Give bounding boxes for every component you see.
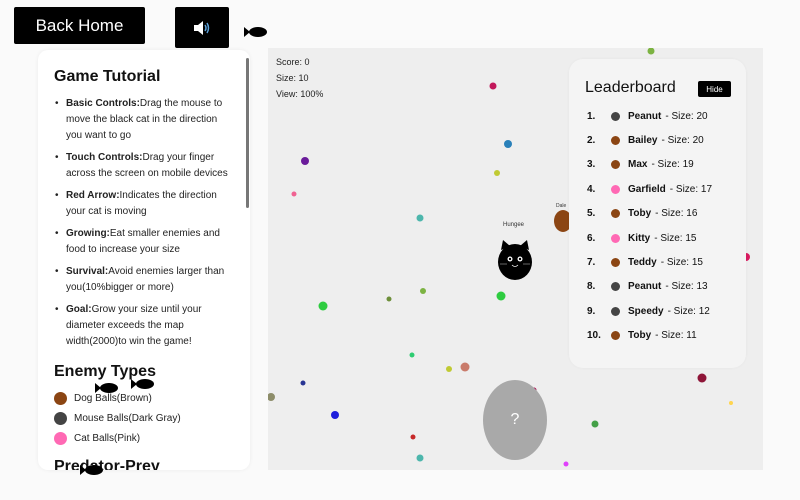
leaderboard-row: 7. Teddy - Size: 15	[587, 254, 703, 270]
leaderboard-color-dot	[611, 184, 620, 194]
leaderboard-size: - Size: 11	[655, 330, 697, 342]
leaderboard-color-dot	[611, 306, 620, 316]
leaderboard-row: 10. Toby - Size: 11	[587, 328, 697, 344]
leaderboard-name: Peanut	[628, 281, 662, 293]
leaderboard-name: Toby	[628, 208, 652, 220]
virtual-joystick[interactable]: ?	[483, 380, 547, 460]
leaderboard-rank: 2.	[587, 134, 596, 146]
leaderboard-row: 5. Toby - Size: 16	[587, 206, 697, 222]
player-cat	[498, 240, 532, 280]
leaderboard-name: Kitty	[628, 232, 651, 244]
leaderboard-row: 3. Max - Size: 19	[587, 157, 694, 173]
leaderboard-color-dot	[611, 233, 620, 243]
leaderboard-color-dot	[611, 257, 620, 267]
leaderboard-size: - Size: 12	[667, 305, 710, 317]
sound-toggle-button[interactable]	[175, 7, 229, 48]
leaderboard-color-dot	[611, 135, 620, 145]
speaker-icon	[194, 20, 210, 35]
leaderboard-rank: 1.	[587, 110, 596, 122]
fish-icon	[131, 379, 154, 389]
leaderboard-row: 2. Bailey - Size: 20	[587, 132, 704, 148]
enemy-name-label: Dale	[556, 203, 567, 209]
predator-prey-title: Predator-Prey	[54, 458, 160, 470]
leaderboard-size: - Size: 15	[660, 256, 703, 268]
leaderboard-rank: 7.	[587, 256, 596, 268]
leaderboard-size: - Size: 15	[654, 232, 697, 244]
leaderboard-name: Max	[628, 159, 648, 171]
tutorial-panel: Game Tutorial Basic Controls:Drag the mo…	[38, 50, 250, 470]
game-stats: Score: 0 Size: 10 View: 100%	[276, 54, 323, 102]
back-home-button[interactable]: Back Home	[14, 7, 145, 44]
leaderboard-color-dot	[611, 209, 620, 219]
tutorial-list: Basic Controls:Drag the mouse to move th…	[54, 96, 234, 356]
tutorial-item: Touch Controls:Drag your finger across t…	[54, 150, 234, 182]
leaderboard-rank: 5.	[587, 208, 596, 220]
leaderboard-size: - Size: 13	[665, 281, 708, 293]
leaderboard-size: - Size: 16	[655, 208, 698, 220]
fish-icon	[244, 27, 267, 37]
tutorial-scrollbar[interactable]	[246, 58, 249, 208]
leaderboard-rank: 4.	[587, 183, 596, 195]
leaderboard-color-dot	[611, 282, 620, 292]
leaderboard-size: - Size: 19	[651, 159, 694, 171]
leaderboard-name: Teddy	[628, 256, 657, 268]
leaderboard-row: 4. Garfield - Size: 17	[587, 181, 712, 197]
player-name-label: Hungee	[503, 222, 525, 228]
leaderboard-color-dot	[611, 111, 620, 121]
tutorial-item: Goal:Grow your size until your diameter …	[54, 302, 234, 350]
size-text: Size: 10	[276, 73, 309, 83]
leaderboard-rank: 3.	[587, 159, 596, 171]
tutorial-item: Survival:Avoid enemies larger than you(1…	[54, 264, 234, 296]
leaderboard-row: 6. Kitty - Size: 15	[587, 230, 696, 246]
leaderboard-name: Garfield	[628, 183, 666, 195]
leaderboard-rank: 6.	[587, 232, 596, 244]
leaderboard-name: Toby	[628, 330, 652, 342]
leaderboard-row: 9. Speedy - Size: 12	[587, 303, 710, 319]
leaderboard-size: - Size: 20	[665, 110, 708, 122]
tutorial-title: Game Tutorial	[54, 68, 161, 85]
leaderboard-name: Peanut	[628, 110, 662, 122]
leaderboard-name: Bailey	[628, 134, 658, 146]
fish-icon	[95, 383, 118, 393]
tutorial-item: Basic Controls:Drag the mouse to move th…	[54, 96, 234, 144]
leaderboard-row: 1. Peanut - Size: 20	[587, 108, 708, 124]
leaderboard-rank: 8.	[587, 281, 596, 293]
leaderboard-name: Speedy	[628, 305, 664, 317]
leaderboard-title: Leaderboard	[585, 79, 676, 96]
leaderboard-row: 8. Peanut - Size: 13	[587, 279, 708, 295]
leaderboard-size: - Size: 17	[669, 183, 713, 195]
hide-leaderboard-button[interactable]: Hide	[698, 81, 731, 97]
leaderboard-size: - Size: 20	[661, 134, 704, 146]
score-text: Score: 0	[276, 57, 310, 67]
leaderboard-color-dot	[611, 331, 620, 341]
tutorial-item: Red Arrow:Indicates the direction your c…	[54, 188, 234, 220]
tutorial-item: Growing:Eat smaller enemies and food to …	[54, 226, 234, 258]
enemy-type-cat: Cat Balls(Pink)	[54, 432, 140, 445]
fish-icon	[80, 465, 103, 475]
enemy-type-mouse: Mouse Balls(Dark Gray)	[54, 412, 181, 425]
leaderboard-panel: Leaderboard Hide 1. Peanut - Size: 20 2. Ba…	[569, 59, 746, 368]
view-text: View: 100%	[276, 89, 324, 99]
leaderboard-rank: 9.	[587, 305, 596, 317]
leaderboard-rank: 10.	[587, 330, 601, 342]
leaderboard-color-dot	[611, 160, 620, 170]
